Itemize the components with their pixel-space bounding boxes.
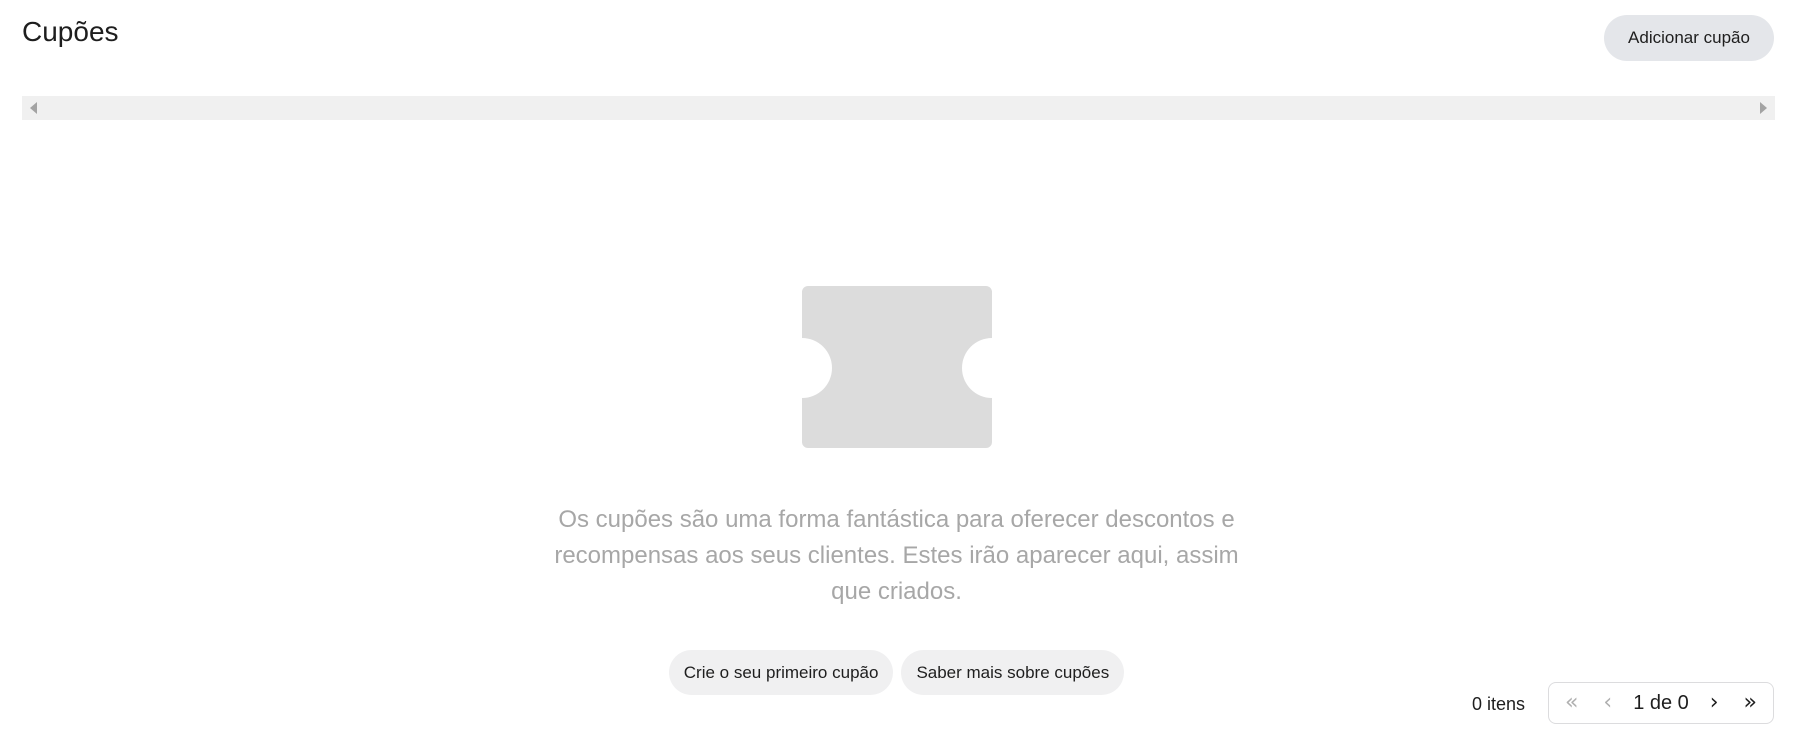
items-count: 0 itens bbox=[1472, 694, 1526, 714]
page-title: Cupões bbox=[22, 16, 119, 47]
scroll-left-icon[interactable] bbox=[30, 102, 37, 114]
last-page-button[interactable]: » bbox=[1740, 692, 1761, 714]
scroll-right-icon[interactable] bbox=[1760, 102, 1767, 114]
pagination: « ‹ 1 de 0 › » bbox=[1548, 682, 1774, 724]
next-page-button[interactable]: › bbox=[1706, 692, 1723, 714]
add-coupon-button[interactable]: Adicionar cupão bbox=[1604, 15, 1774, 61]
empty-state-message: Os cupões são uma forma fantástica para … bbox=[554, 506, 1239, 605]
learn-more-coupons-button[interactable]: Saber mais sobre cupões bbox=[901, 650, 1125, 695]
create-first-coupon-button[interactable]: Crie o seu primeiro cupão bbox=[668, 650, 894, 695]
coupon-icon bbox=[801, 286, 992, 448]
page-indicator: 1 de 0 bbox=[1633, 691, 1689, 714]
first-page-button[interactable]: « bbox=[1561, 692, 1582, 714]
previous-page-button[interactable]: ‹ bbox=[1599, 692, 1616, 714]
empty-state: Os cupões são uma forma fantástica para … bbox=[0, 286, 1793, 695]
horizontal-scrollbar[interactable] bbox=[22, 96, 1775, 120]
empty-state-actions: Crie o seu primeiro cupão Saber mais sob… bbox=[0, 650, 1793, 695]
